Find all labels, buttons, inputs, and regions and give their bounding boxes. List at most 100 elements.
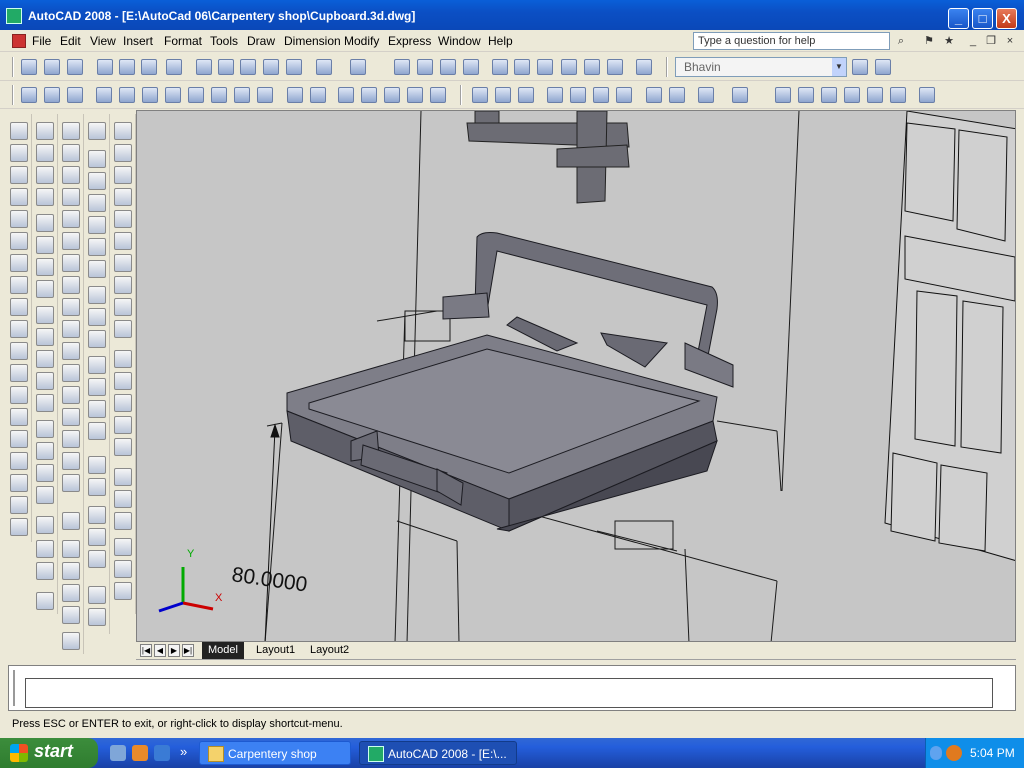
start-button[interactable]: start	[0, 738, 98, 768]
properties-icon[interactable]	[492, 59, 508, 75]
autocad-app-icon[interactable]	[6, 8, 22, 24]
region-icon[interactable]	[10, 474, 28, 492]
offset-faces-icon[interactable]	[114, 232, 132, 250]
zoom-previous-icon[interactable]	[463, 59, 479, 75]
ucs-origin-icon[interactable]	[338, 87, 354, 103]
continue-dimension-icon[interactable]	[36, 350, 54, 368]
paste-icon[interactable]	[240, 59, 256, 75]
arc-length-icon[interactable]	[36, 166, 54, 184]
presspull-icon[interactable]	[88, 378, 106, 396]
properties-icon-2[interactable]	[775, 87, 791, 103]
tray-expand-icon[interactable]	[930, 746, 942, 760]
imprint-icon[interactable]	[114, 416, 132, 434]
menu-draw[interactable]: Draw	[247, 34, 275, 48]
zoom-window-icon[interactable]	[440, 59, 456, 75]
3d-move-icon[interactable]	[88, 456, 106, 474]
plot-preview-icon[interactable]	[119, 59, 135, 75]
3d-dwf-icon[interactable]	[166, 59, 182, 75]
dimension-update-icon[interactable]	[36, 562, 54, 580]
clean-icon[interactable]	[114, 438, 132, 456]
design-center-icon-2[interactable]	[798, 87, 814, 103]
view-front-icon[interactable]	[142, 87, 158, 103]
ellipse-icon[interactable]	[10, 320, 28, 338]
plot-icon-2[interactable]	[547, 87, 563, 103]
last-tab-icon[interactable]: ▶|	[182, 644, 194, 657]
taper-faces-icon[interactable]	[114, 298, 132, 316]
intersect-solid-icon[interactable]	[114, 166, 132, 184]
arc-icon[interactable]	[10, 232, 28, 250]
first-tab-icon[interactable]: |◀	[140, 644, 152, 657]
edit-dimension-icon[interactable]	[36, 540, 54, 558]
cut-icon[interactable]	[196, 59, 212, 75]
3d-rotate-icon[interactable]	[88, 478, 106, 496]
document-icon[interactable]	[12, 34, 26, 48]
break-at-point-icon[interactable]	[62, 364, 80, 382]
search-icon[interactable]: ⌕	[894, 34, 908, 48]
sphere-tool-icon[interactable]	[88, 216, 106, 234]
workspace-settings-icon[interactable]	[852, 59, 868, 75]
doc-minimize-icon[interactable]: _	[966, 34, 980, 48]
helix-icon[interactable]	[88, 308, 106, 326]
join-icon[interactable]	[62, 408, 80, 426]
explode-icon[interactable]	[62, 474, 80, 492]
menu-view[interactable]: View	[90, 34, 116, 48]
save-icon[interactable]	[67, 59, 83, 75]
wedge-icon[interactable]	[88, 172, 106, 190]
block-editor-icon[interactable]	[286, 59, 302, 75]
workspace-save-icon[interactable]	[875, 59, 891, 75]
copy-faces-icon[interactable]	[114, 320, 132, 338]
dimension-break-icon[interactable]	[36, 394, 54, 412]
offset-icon[interactable]	[62, 188, 80, 206]
workspace-select[interactable]: Bhavin ▼	[675, 57, 847, 77]
inspection-icon[interactable]	[36, 464, 54, 482]
pyramid-icon[interactable]	[88, 286, 106, 304]
table-icon[interactable]	[10, 496, 28, 514]
spline-icon[interactable]	[10, 298, 28, 316]
box-icon[interactable]	[62, 562, 80, 580]
polyline-icon[interactable]	[10, 166, 28, 184]
angular-dimension-icon[interactable]	[36, 280, 54, 298]
constrained-orbit-icon[interactable]	[44, 87, 60, 103]
drawing-area[interactable]: 80.0000 Y X	[136, 110, 1016, 642]
view-left-icon[interactable]	[165, 87, 181, 103]
radius-dimension-icon[interactable]	[36, 214, 54, 232]
ucs-zaxis-icon[interactable]	[361, 87, 377, 103]
help-search-input[interactable]: Type a question for help	[693, 32, 890, 50]
planar-surface-icon[interactable]	[88, 330, 106, 348]
extend-icon[interactable]	[62, 342, 80, 360]
ucs-3point-icon[interactable]	[384, 87, 400, 103]
intersect-icon[interactable]	[88, 550, 106, 568]
ucs-face-icon[interactable]	[430, 87, 446, 103]
3d-dwf-icon-2[interactable]	[616, 87, 632, 103]
favorites-icon[interactable]: ★	[942, 34, 956, 48]
3d-array-icon[interactable]	[88, 608, 106, 626]
delete-faces-icon[interactable]	[114, 254, 132, 272]
new-icon[interactable]	[21, 59, 37, 75]
tool-palettes-icon-2[interactable]	[821, 87, 837, 103]
subtract-icon[interactable]	[88, 528, 106, 546]
next-tab-icon[interactable]: ▶	[168, 644, 180, 657]
save-icon-2[interactable]	[518, 87, 534, 103]
line-icon[interactable]	[10, 122, 28, 140]
scale-icon[interactable]	[62, 276, 80, 294]
menu-file[interactable]: File	[32, 34, 51, 48]
tab-layout2[interactable]: Layout2	[304, 642, 355, 659]
doc-restore-icon[interactable]: ❐	[984, 34, 998, 48]
hatch-icon[interactable]	[10, 430, 28, 448]
shell-icon[interactable]	[114, 490, 132, 508]
command-input[interactable]	[25, 678, 993, 708]
trim-icon[interactable]	[62, 320, 80, 338]
markup-icon[interactable]	[584, 59, 600, 75]
quicklaunch-firefox-icon[interactable]	[132, 745, 148, 761]
sweep-icon[interactable]	[88, 400, 106, 418]
rotate-faces-icon[interactable]	[114, 276, 132, 294]
chamfer-icon[interactable]	[62, 430, 80, 448]
pan-icon[interactable]	[394, 59, 410, 75]
open-icon-2[interactable]	[495, 87, 511, 103]
box-tool-icon[interactable]	[88, 150, 106, 168]
close-button[interactable]: X	[996, 8, 1017, 29]
tab-layout1[interactable]: Layout1	[250, 642, 301, 659]
gradient-icon[interactable]	[10, 452, 28, 470]
ucs-world-icon[interactable]	[287, 87, 303, 103]
slice-icon[interactable]	[114, 538, 132, 556]
